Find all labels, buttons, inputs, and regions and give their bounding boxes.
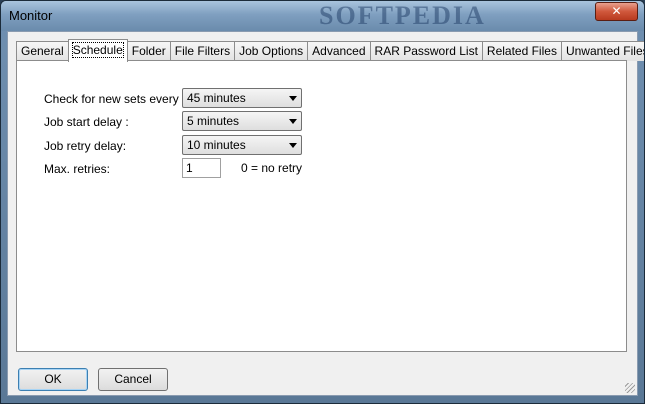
job-retry-delay-value: 10 minutes <box>187 138 246 152</box>
check-interval-select[interactable]: 45 minutes <box>182 88 302 108</box>
window-title: Monitor <box>9 8 53 23</box>
tab-rar-password-list[interactable]: RAR Password List <box>369 41 483 61</box>
chevron-down-icon <box>289 119 297 124</box>
tab-unwanted-files[interactable]: Unwanted Files <box>560 41 644 61</box>
tab-general[interactable]: General <box>16 41 69 61</box>
close-icon: ✕ <box>611 4 622 18</box>
max-retries-label: Max. retries: <box>44 162 111 176</box>
tab-file-filters[interactable]: File Filters <box>169 41 236 61</box>
job-start-delay-select[interactable]: 5 minutes <box>182 111 302 131</box>
job-retry-delay-label: Job retry delay: <box>44 139 127 153</box>
chevron-down-icon <box>289 96 297 101</box>
close-button[interactable]: ✕ <box>595 2 638 21</box>
max-retries-hint: 0 = no retry <box>241 161 303 175</box>
tab-advanced[interactable]: Advanced <box>307 41 371 61</box>
tab-strip: General Schedule Folder File Filters Job… <box>16 39 644 62</box>
tab-folder[interactable]: Folder <box>126 41 171 61</box>
job-retry-delay-select[interactable]: 10 minutes <box>182 135 302 155</box>
chevron-down-icon <box>289 143 297 148</box>
tab-job-options[interactable]: Job Options <box>234 41 309 61</box>
monitor-window: Monitor SOFTPEDIA ✕ General Schedule Fol… <box>0 0 645 404</box>
ok-button[interactable]: OK <box>18 368 88 391</box>
check-interval-value: 45 minutes <box>187 91 246 105</box>
job-start-delay-value: 5 minutes <box>187 114 240 128</box>
tab-schedule[interactable]: Schedule <box>67 39 128 62</box>
check-interval-label: Check for new sets every : <box>44 92 186 106</box>
tab-related-files[interactable]: Related Files <box>481 41 562 61</box>
cancel-button[interactable]: Cancel <box>98 368 168 391</box>
max-retries-input[interactable]: 1 <box>182 158 221 178</box>
schedule-panel: Check for new sets every : 45 minutes Jo… <box>16 60 627 352</box>
softpedia-watermark: SOFTPEDIA <box>319 1 486 30</box>
resize-grip[interactable] <box>625 383 635 393</box>
job-start-delay-label: Job start delay : <box>44 115 129 129</box>
title-bar[interactable]: Monitor SOFTPEDIA ✕ <box>1 1 644 31</box>
dialog-client-area: General Schedule Folder File Filters Job… <box>7 31 644 396</box>
